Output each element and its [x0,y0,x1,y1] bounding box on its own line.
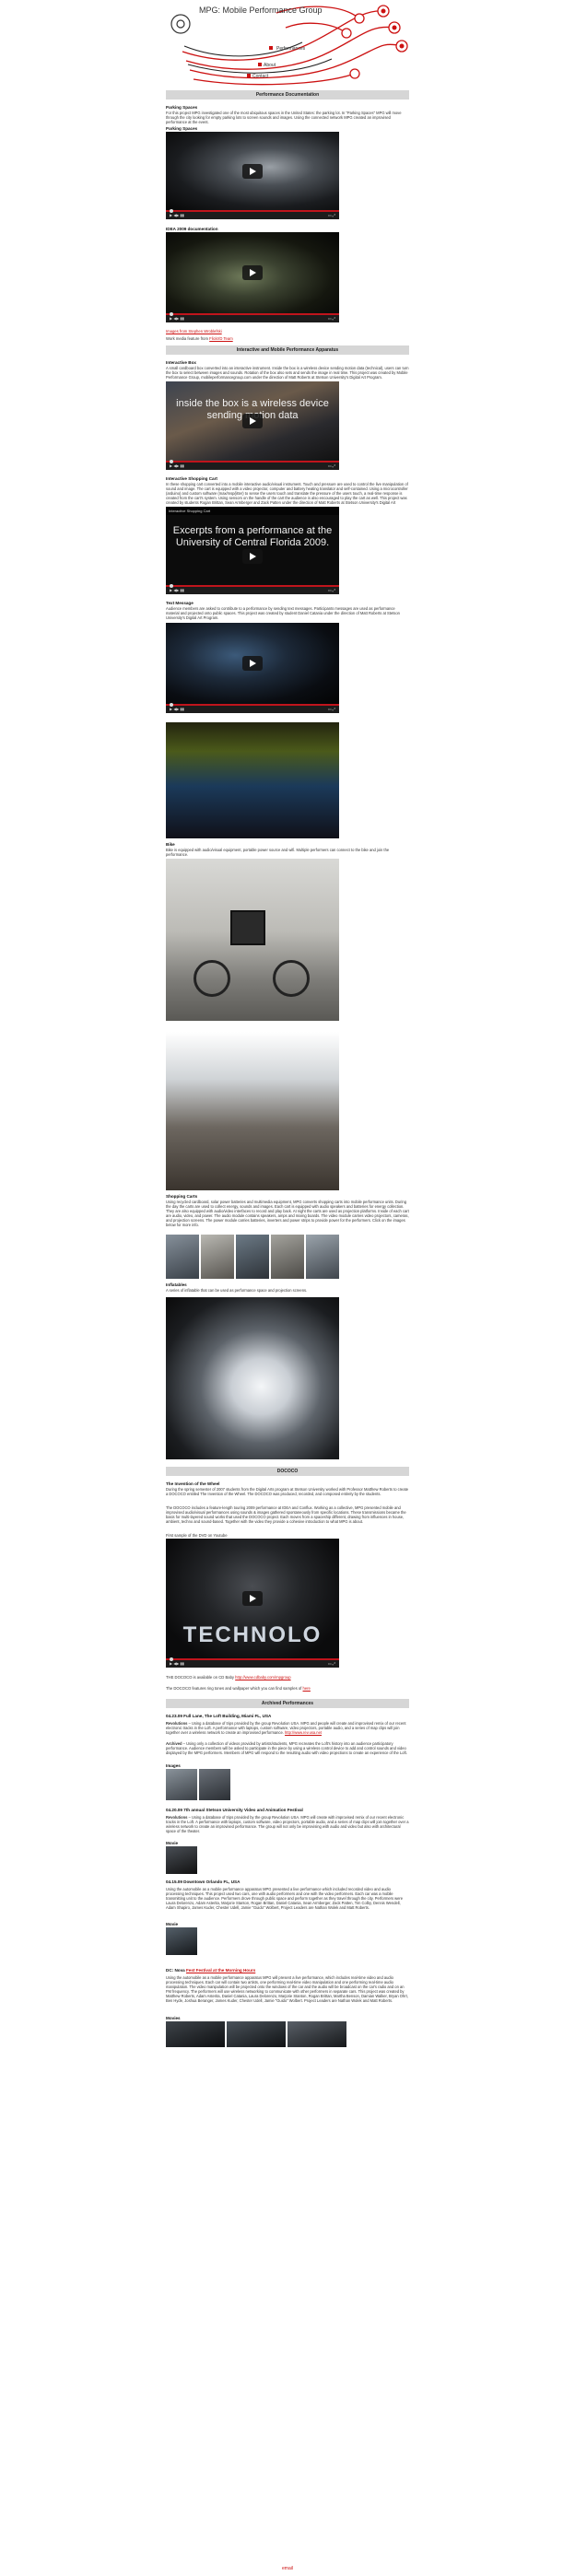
link-here[interactable]: here [303,1686,311,1691]
play-button[interactable] [242,163,263,179]
fullscreen-icon[interactable]: ▭ ⤢ [328,707,335,711]
archived-event-1-p1: Revolutions – Using a database of trips … [166,1721,406,1735]
heading-idea-2009: IDEA 2009 documentation [166,227,218,231]
thumb-cart-4[interactable] [271,1235,304,1279]
photo-bike [166,859,339,1021]
archived-event-2-title: 04.20.09 7th annual Stetson University V… [166,1808,303,1812]
thumb-cart-3[interactable] [236,1235,269,1279]
fullscreen-icon[interactable]: ▭ ⤢ [328,463,335,468]
text-parking-spaces: For this project MPG investigated one of… [166,111,402,124]
label-movie-2: Movie [166,1922,179,1926]
photo-shopping-carts-group [166,1032,339,1190]
text-interactive-cart: In these shopping cart converted into a … [166,482,408,505]
archived-event-4-prefix: DC: Nova [166,1968,186,1973]
video-player-interactive-cart[interactable]: Interactive Shopping Cart Excerpts from … [166,507,339,594]
play-button[interactable] [242,1591,263,1606]
video-player-text-message[interactable]: ▶ ◀▶ ▮▮ ▭ ⤢ [166,623,339,713]
footer-email-link[interactable]: email [166,2567,409,2571]
video-title-bar: Interactive Shopping Cart [166,507,339,515]
archived-event-1-title: 04.23.09 Full Lane, The Loft Building, M… [166,1714,272,1718]
archived-event-3-title: 04.15.09 Downtown Orlando FL, USA [166,1879,241,1884]
thumb-cart-2[interactable] [201,1235,234,1279]
heading-text-message: Text Message [166,601,194,605]
video-player-idea-2009[interactable]: ▶ ◀▶ ▮▮ ▭ ⤢ [166,232,339,322]
page: MPG: Mobile Performance Group Performanc… [0,0,575,2576]
fullscreen-icon[interactable]: ▭ ⤢ [328,213,335,217]
thumb-movies-3[interactable] [288,2021,346,2047]
video-player-interactive-box[interactable]: inside the box is a wireless device send… [166,381,339,470]
nav-contact[interactable]: Contact [252,74,268,79]
video-caption-technolo: TECHNOLO [182,1622,323,1647]
photo-inflatable [166,1297,339,1459]
play-pause-icon[interactable]: ▶ ◀▶ ▮▮ [170,1661,184,1666]
heading-interactive-cart: Interactive Shopping Cart [166,476,217,481]
text-dococo-p2: The DOCOCO includes a feature-length tou… [166,1505,406,1524]
archived-event-1-p2: Archived – Using only a collection of vi… [166,1741,407,1755]
thumb-cart-1[interactable] [166,1235,199,1279]
play-button[interactable] [242,414,263,428]
thumb-movies-2[interactable] [227,2021,286,2047]
play-pause-icon[interactable]: ▶ ◀▶ ▮▮ [170,316,184,321]
heading-shopping-carts: Shopping Carts [166,1194,198,1199]
link-flickr[interactable]: Flickr/D Team [209,336,233,341]
section-bar-dococo: DOCOCO [166,1467,409,1476]
feature-prefix: The DOCOCO features ring tones and wallp… [166,1686,303,1691]
flickr-note-prefix: Work media feature from [166,336,210,341]
section-bar-performance-documentation: Performance Documentation [166,90,409,100]
label-images: Images [166,1763,181,1768]
thumb-movies-1[interactable] [166,2021,225,2047]
fullscreen-icon[interactable]: ▭ ⤢ [328,1661,335,1666]
label-parking-video: Parking Spaces [166,126,198,131]
video-player-dococo[interactable]: TECHNOLO ▶ ◀▶ ▮▮ ▭ ⤢ [166,1539,339,1668]
link-fest-festival[interactable]: Fest Festival at the Morning Hours [186,1968,255,1973]
text-bike: Bike is equipped with audio/visual equip… [166,848,390,857]
play-pause-icon[interactable]: ▶ ◀▶ ▮▮ [170,588,184,592]
section-bar-apparatus: Interactive and Mobile Performance Appar… [166,345,409,355]
play-pause-icon[interactable]: ▶ ◀▶ ▮▮ [170,707,184,711]
link-rev-usa[interactable]: http://www.rev.usa.net [285,1730,322,1735]
play-button[interactable] [242,548,263,564]
label-movies: Movies [166,2016,181,2020]
heading-parking-spaces: Parking Spaces [166,105,198,110]
thumb-archive-2[interactable] [199,1769,230,1800]
label-dvd-sample: First sample of the DVD on Youtube [166,1533,228,1538]
video-player-parking-spaces[interactable]: ▶ ◀▶ ▮▮ ▭ ⤢ [166,132,339,219]
nav-about[interactable]: About [264,63,276,68]
play-pause-icon[interactable]: ▶ ◀▶ ▮▮ [170,213,184,217]
play-pause-icon[interactable]: ▶ ◀▶ ▮▮ [170,463,184,468]
thumb-cart-5[interactable] [306,1235,339,1279]
archived-event-4-p: Using the automobile as a mobile perform… [166,1975,408,2003]
play-button[interactable] [242,656,263,671]
text-inflatables: A series of inflatable that can be used … [166,1288,308,1293]
text-text-message: Audience members are asked to contribute… [166,606,400,620]
thumb-archive-1[interactable] [166,1769,197,1800]
label-movie-1: Movie [166,1841,179,1845]
heading-inflatables: Inflatables [166,1282,187,1287]
photo-projection-building [166,722,339,838]
thumb-movie-2[interactable] [166,1927,197,1955]
fullscreen-icon[interactable]: ▭ ⤢ [328,588,335,592]
video-caption-cart: Excerpts from a performance at the Unive… [172,525,333,548]
text-interactive-box: A small cardboard box converted into an … [166,366,409,380]
link-cdbaby[interactable]: http://www.cdbaby.com/mpgroup [235,1675,290,1680]
section-bar-archived: Archived Performances [166,1699,409,1708]
link-images-stephen[interactable]: Images from Stephen Wroblefski [166,329,222,334]
site-title: MPG: Mobile Performance Group [199,6,323,15]
archived-event-2-p1: Revolutions – Using a database of trips … [166,1815,409,1833]
heading-bike: Bike [166,842,175,847]
nav-performances[interactable]: Performances [276,46,305,52]
play-button[interactable] [242,265,263,280]
heading-invention-of-wheel: The Invention of the Wheel [166,1481,220,1486]
fullscreen-icon[interactable]: ▭ ⤢ [328,316,335,321]
archived-event-3-p: Using the automobile as a mobile perform… [166,1887,404,1910]
text-shopping-carts: Using recycled cardboard, solar power ba… [166,1200,409,1227]
site-header: MPG: Mobile Performance Group Performanc… [166,0,409,88]
heading-interactive-box: Interactive Box [166,360,196,365]
text-dococo-p1: During the spring semester of 2007 stude… [166,1487,409,1496]
thumb-movie-1[interactable] [166,1846,197,1874]
availability-prefix: THE DOCOCO is available on CD Baby [166,1675,236,1680]
